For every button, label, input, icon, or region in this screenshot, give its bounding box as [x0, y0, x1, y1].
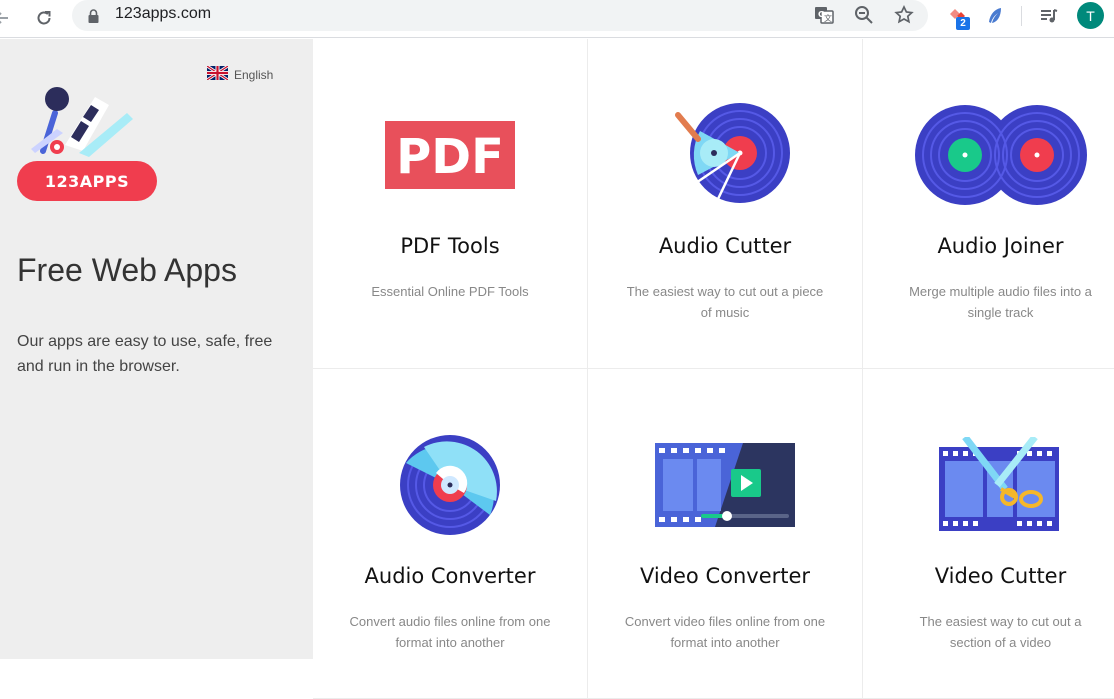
zoom-out-icon[interactable]: [852, 3, 876, 27]
profile-avatar[interactable]: T: [1077, 2, 1104, 29]
bookmark-star-icon[interactable]: [892, 3, 916, 27]
back-arrow-icon[interactable]: [0, 4, 16, 32]
feather-extension-icon[interactable]: [982, 3, 1008, 29]
app-card-audio-joiner[interactable]: Audio Joiner Merge multiple audio files …: [863, 39, 1114, 369]
apps-grid: PDF PDF Tools Essential Online PDF Tools: [313, 39, 1114, 699]
app-name: Audio Converter: [364, 564, 536, 588]
audio-joiner-icon: [911, 101, 1091, 209]
uk-flag-icon: [206, 64, 229, 84]
video-cutter-icon: [911, 431, 1091, 539]
app-card-video-cutter[interactable]: Video Cutter The easiest way to cut out …: [863, 369, 1114, 699]
app-card-video-converter[interactable]: Video Converter Convert video files onli…: [588, 369, 863, 699]
app-name: Video Converter: [639, 564, 811, 588]
svg-text:文: 文: [824, 13, 832, 23]
app-name: Video Cutter: [934, 564, 1067, 588]
app-description: Merge multiple audio files into a single…: [909, 284, 1092, 320]
language-selector[interactable]: English: [206, 64, 274, 84]
address-bar[interactable]: 123apps.com G文: [72, 0, 928, 31]
site-description: Our apps are easy to use, safe, free and…: [17, 333, 273, 375]
app-description: Convert audio files online from one form…: [349, 614, 551, 650]
logo-wordmark: 123APPS: [17, 161, 157, 201]
translate-icon[interactable]: G文: [812, 3, 836, 27]
app-description: Convert video files online from one form…: [624, 614, 826, 650]
media-control-icon[interactable]: [1036, 3, 1062, 29]
toolbar-divider: [1021, 6, 1022, 26]
lock-icon: [88, 8, 99, 27]
app-description: Essential Online PDF Tools: [371, 284, 529, 299]
app-name: Audio Cutter: [658, 234, 792, 258]
pdf-icon-text: PDF: [396, 129, 504, 185]
app-name: Audio Joiner: [937, 234, 1064, 258]
site-logo[interactable]: 123APPS: [17, 85, 159, 205]
audio-cutter-icon: [635, 101, 815, 209]
video-converter-icon: [635, 431, 815, 539]
page-title: Free Web Apps: [17, 252, 237, 288]
extension-badge: 2: [956, 17, 970, 30]
app-card-audio-converter[interactable]: Audio Converter Convert audio files onli…: [313, 369, 588, 699]
audio-converter-icon: [360, 431, 540, 539]
pdf-icon: PDF: [360, 101, 540, 209]
reload-icon[interactable]: [30, 4, 58, 32]
app-description: The easiest way to cut out a piece of mu…: [626, 284, 824, 320]
sidebar: English 123APPS Free Web Apps Our apps a…: [0, 39, 313, 659]
language-label: English: [234, 67, 274, 82]
url-text: 123apps.com: [115, 5, 212, 22]
app-card-audio-cutter[interactable]: Audio Cutter The easiest way to cut out …: [588, 39, 863, 369]
app-description: The easiest way to cut out a section of …: [919, 614, 1082, 650]
browser-toolbar: 123apps.com G文 2 T: [0, 0, 1114, 38]
app-name: PDF Tools: [400, 234, 500, 258]
app-card-pdf-tools[interactable]: PDF PDF Tools Essential Online PDF Tools: [313, 39, 588, 369]
